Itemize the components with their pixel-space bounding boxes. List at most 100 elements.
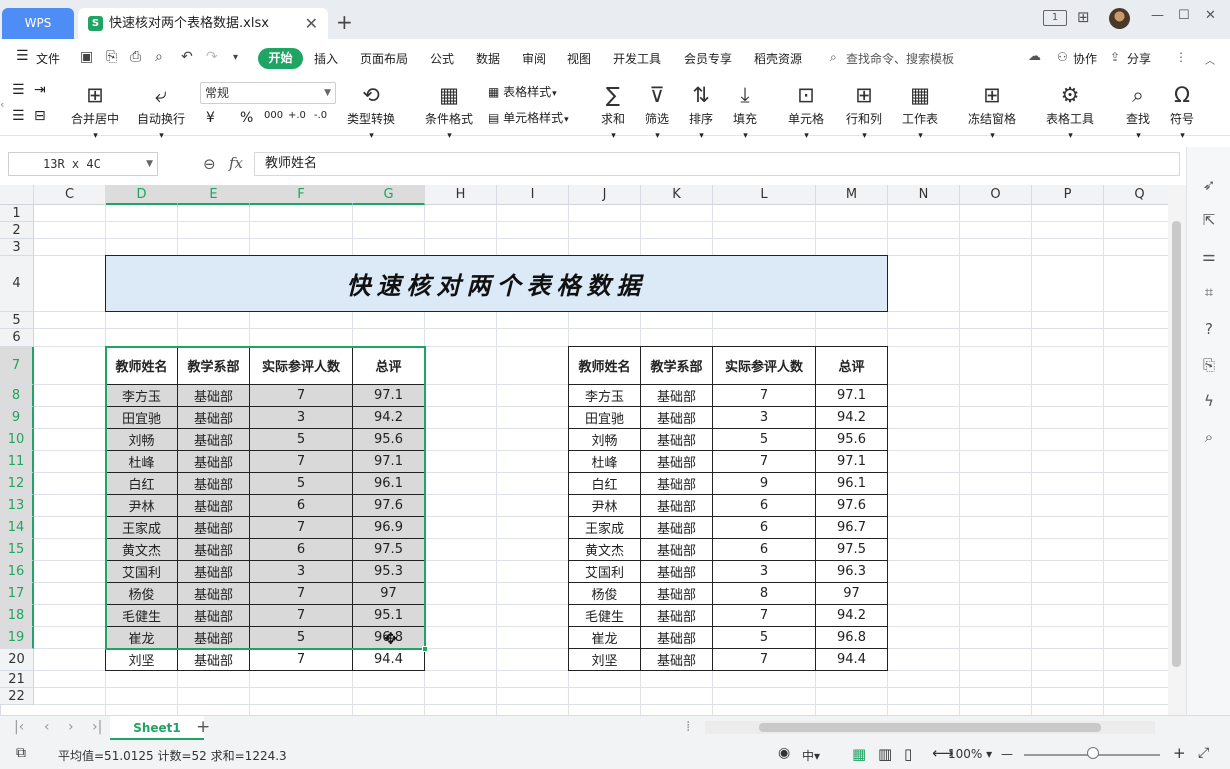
left-cell[interactable]: 5 <box>250 473 353 495</box>
eye-protection-icon[interactable]: ◉ <box>778 745 790 761</box>
collapse-ribbon-icon[interactable]: ︿ <box>1205 52 1215 67</box>
auto-wrap-button[interactable]: ⤶ 自动换行 ▾ <box>134 82 188 141</box>
zoom-out-button[interactable]: — <box>1001 747 1013 761</box>
first-sheet-icon[interactable]: |‹ <box>14 719 24 735</box>
select-all-corner[interactable] <box>0 185 34 205</box>
left-cell[interactable]: 基础部 <box>178 627 250 649</box>
column-header-p[interactable]: P <box>1032 185 1104 205</box>
left-cell[interactable]: 7 <box>250 605 353 627</box>
menu-docer[interactable]: 稻壳资源 <box>754 50 802 67</box>
last-sheet-icon[interactable]: ›| <box>92 719 102 735</box>
freeze-panes-button[interactable]: ⊞ 冻结窗格 ▾ <box>962 82 1022 141</box>
name-box[interactable]: 13R x 4C ▼ <box>8 152 158 176</box>
help-icon[interactable]: ? <box>1199 319 1219 339</box>
left-cell[interactable]: 7 <box>250 583 353 605</box>
distribute-icon[interactable]: ⊟ <box>34 108 46 124</box>
left-cell[interactable]: 基础部 <box>178 429 250 451</box>
row-header-4[interactable]: 4 <box>0 256 34 312</box>
left-cell[interactable]: 94.2 <box>353 407 425 429</box>
menu-formula[interactable]: 公式 <box>430 50 454 67</box>
left-cell[interactable]: 基础部 <box>178 473 250 495</box>
left-cell[interactable]: 基础部 <box>178 649 250 671</box>
left-cell[interactable]: 杜峰 <box>106 451 178 473</box>
left-cell[interactable]: 7 <box>250 649 353 671</box>
right-cell[interactable]: 7 <box>713 649 816 671</box>
left-header-cell[interactable]: 教师姓名 <box>106 347 178 385</box>
right-cell[interactable]: 基础部 <box>641 627 713 649</box>
next-sheet-icon[interactable]: › <box>68 719 74 735</box>
left-cell[interactable]: 刘畅 <box>106 429 178 451</box>
right-cell[interactable]: 94.2 <box>816 605 888 627</box>
right-cell[interactable]: 基础部 <box>641 605 713 627</box>
left-header-cell[interactable]: 实际参评人数 <box>250 347 353 385</box>
crop-icon[interactable]: ⌗ <box>1199 282 1219 302</box>
column-header-c[interactable]: C <box>34 185 106 205</box>
column-header-d[interactable]: D <box>106 185 178 205</box>
table-style-button[interactable]: ▦ 表格样式▾ <box>488 83 557 100</box>
left-header-cell[interactable]: 总评 <box>353 347 425 385</box>
right-cell[interactable]: 王家成 <box>569 517 641 539</box>
left-cell[interactable]: 6 <box>250 495 353 517</box>
vertical-scrollbar[interactable] <box>1168 185 1186 715</box>
row-header-18[interactable]: 18 <box>0 605 34 627</box>
right-cell[interactable]: 基础部 <box>641 385 713 407</box>
row-header-5[interactable]: 5 <box>0 312 34 329</box>
right-cell[interactable]: 尹林 <box>569 495 641 517</box>
sheet-title-cell[interactable]: 快速核对两个表格数据 <box>105 255 888 312</box>
sort-button[interactable]: ⇅ 排序 ▾ <box>684 82 718 141</box>
hamburger-menu-icon[interactable]: ☰ <box>16 48 29 64</box>
page-layout-view-icon[interactable]: ▥ <box>878 745 892 763</box>
right-cell[interactable]: 97.1 <box>816 385 888 407</box>
left-cell[interactable]: 7 <box>250 517 353 539</box>
table-tools-button[interactable]: ⚙ 表格工具 ▾ <box>1040 82 1100 141</box>
left-cell[interactable]: 田宜驰 <box>106 407 178 429</box>
column-header-i[interactable]: I <box>497 185 569 205</box>
left-cell[interactable]: 5 <box>250 627 353 649</box>
menu-review[interactable]: 审阅 <box>522 50 546 67</box>
fill-button[interactable]: ⤓ 填充 ▾ <box>728 82 762 141</box>
row-header-20[interactable]: 20 <box>0 649 34 671</box>
right-cell[interactable]: 基础部 <box>641 517 713 539</box>
right-cell[interactable]: 基础部 <box>641 407 713 429</box>
left-cell[interactable]: 艾国利 <box>106 561 178 583</box>
thousands-separator-button[interactable]: 000 <box>264 110 283 121</box>
left-cell[interactable]: 基础部 <box>178 495 250 517</box>
wps-home-tab[interactable]: WPS <box>2 8 74 39</box>
minimize-button[interactable]: — <box>1151 8 1164 28</box>
row-header-19[interactable]: 19 <box>0 627 34 649</box>
row-header-11[interactable]: 11 <box>0 451 34 473</box>
lightning-icon[interactable]: ϟ <box>1199 391 1219 411</box>
row-header-17[interactable]: 17 <box>0 583 34 605</box>
window-count-icon[interactable]: 1 <box>1043 10 1067 26</box>
right-cell[interactable]: 基础部 <box>641 429 713 451</box>
backup-icon[interactable]: ⎘ <box>1199 355 1219 375</box>
left-cell[interactable]: 95.1 <box>353 605 425 627</box>
right-cell[interactable]: 基础部 <box>641 649 713 671</box>
row-header-1[interactable]: 1 <box>0 205 34 222</box>
row-header-21[interactable]: 21 <box>0 671 34 688</box>
right-cell[interactable]: 崔龙 <box>569 627 641 649</box>
right-cell[interactable]: 7 <box>713 385 816 407</box>
right-cell[interactable]: 8 <box>713 583 816 605</box>
left-cell[interactable]: 崔龙 <box>106 627 178 649</box>
export-pdf-icon[interactable]: ⎘ <box>106 49 117 65</box>
fullscreen-icon[interactable]: ⤢ <box>1198 745 1209 761</box>
right-cell[interactable]: 刘坚 <box>569 649 641 671</box>
cell-button[interactable]: ⊡ 单元格 ▾ <box>782 82 830 141</box>
right-cell[interactable]: 基础部 <box>641 451 713 473</box>
menu-start[interactable]: 开始 <box>258 48 303 69</box>
row-header-16[interactable]: 16 <box>0 561 34 583</box>
right-cell[interactable]: 毛健生 <box>569 605 641 627</box>
fx-icon[interactable]: fx <box>229 154 243 172</box>
cursor-icon[interactable]: ⇱ <box>1199 210 1219 230</box>
cell-style-button[interactable]: ▤ 单元格样式▾ <box>488 109 569 126</box>
left-header-cell[interactable]: 教学系部 <box>178 347 250 385</box>
collab-button[interactable]: 协作 <box>1073 50 1097 67</box>
right-cell[interactable]: 94.4 <box>816 649 888 671</box>
spreadsheet-grid[interactable]: C D E F G H I J K L M N O P Q 1 2 3 4 5 6 7 8 9 10 11 12 13 14 15 16 17… <box>0 185 1168 715</box>
right-cell[interactable]: 97.5 <box>816 539 888 561</box>
left-cell[interactable]: 基础部 <box>178 517 250 539</box>
filter-button[interactable]: ⊽ 筛选 ▾ <box>640 82 674 141</box>
close-tab-icon[interactable]: ✕ <box>305 8 318 39</box>
right-header-cell[interactable]: 教学系部 <box>641 347 713 385</box>
